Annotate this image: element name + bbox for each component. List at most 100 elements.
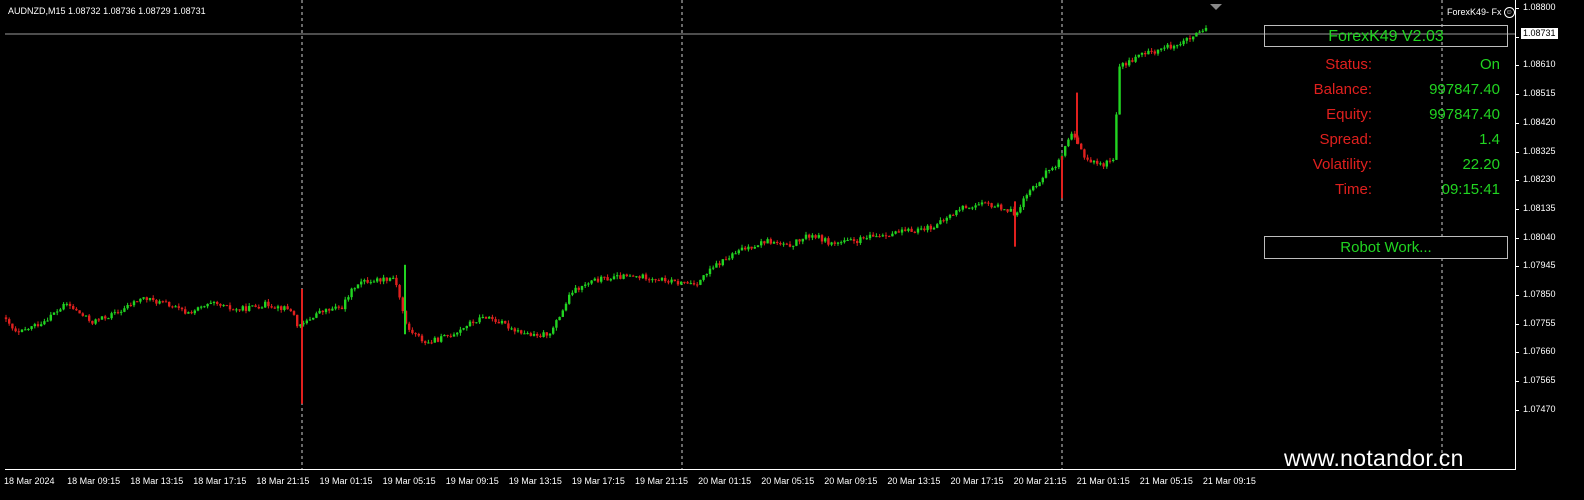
bull-candle	[1140, 52, 1144, 55]
price-tick-mark	[1515, 151, 1519, 153]
info-value: 09:15:41	[1441, 181, 1500, 198]
bull-candle	[737, 250, 740, 254]
bear-candle	[1102, 163, 1105, 167]
bear-candle	[696, 284, 699, 286]
time-tick-label: 20 Mar 13:15	[887, 476, 941, 486]
bull-candle	[465, 326, 468, 329]
bull-candle	[948, 214, 952, 218]
price-tick-label: 1.07565	[1523, 375, 1556, 386]
time-axis[interactable]: 18 Mar 2024 18 Mar 09:15 18 Mar 13:15 18 Ma…	[0, 470, 1515, 500]
info-value: 997847.40	[1429, 81, 1500, 98]
robot-work-button[interactable]: Robot Work...	[1264, 236, 1508, 259]
time-tick-label: 20 Mar 17:15	[950, 476, 1004, 486]
bear-candle	[692, 283, 696, 285]
bull-candle	[1048, 170, 1051, 172]
bull-candle	[46, 320, 49, 322]
bear-candle	[888, 236, 891, 238]
time-tick-label: 19 Mar 05:15	[382, 476, 436, 486]
info-value: 22.20	[1462, 156, 1500, 173]
bull-candle	[510, 328, 513, 330]
bull-candle	[782, 243, 785, 245]
bull-candle	[1009, 208, 1012, 212]
price-tick-label: 1.08325	[1523, 145, 1556, 156]
info-row: Spread: 1.4	[1264, 131, 1508, 151]
price-axis[interactable]: 1.088001.087051.086101.085151.084201.083…	[1515, 0, 1584, 468]
bull-candle	[801, 238, 804, 242]
bear-candle	[872, 234, 875, 237]
info-value: 997847.40	[1429, 106, 1500, 123]
bear-candle	[228, 305, 232, 310]
bull-candle	[392, 277, 395, 279]
bear-candle	[78, 310, 81, 314]
bull-candle	[939, 220, 942, 225]
bull-candle	[689, 283, 692, 285]
bear-candle	[4, 317, 8, 320]
bull-candle	[1185, 38, 1188, 41]
bull-candle	[443, 334, 446, 337]
bull-candle	[523, 333, 526, 335]
bear-candle	[11, 323, 14, 329]
bear-candle	[497, 321, 500, 324]
bull-candle	[475, 322, 478, 324]
time-tick-label: 19 Mar 17:15	[571, 476, 625, 486]
info-row: Time: 09:15:41	[1264, 181, 1508, 201]
bear-candle	[75, 308, 78, 311]
bull-candle	[974, 205, 977, 208]
bear-candle	[1150, 50, 1153, 52]
candles	[4, 25, 1208, 404]
bull-candle	[641, 274, 644, 279]
bull-candle	[1118, 66, 1121, 115]
price-tick-mark	[1515, 180, 1519, 182]
bull-candle	[843, 240, 846, 243]
bull-candle	[859, 237, 862, 243]
bull-candle	[350, 288, 353, 298]
bear-candle	[718, 263, 721, 266]
bear-candle	[136, 301, 139, 303]
bear-candle	[91, 320, 94, 324]
bear-candle	[984, 202, 987, 204]
bear-candle	[644, 274, 648, 280]
info-key: Spread:	[1319, 131, 1372, 148]
bull-candle	[1044, 170, 1048, 178]
bull-candle	[30, 326, 33, 329]
bear-candle	[267, 301, 270, 307]
bull-candle	[500, 320, 504, 324]
bull-candle	[712, 267, 715, 269]
bear-candle	[673, 279, 676, 282]
bull-candle	[1070, 133, 1073, 140]
bull-candle	[334, 306, 337, 309]
price-tick-label: 1.08610	[1523, 59, 1556, 70]
bull-candle	[139, 298, 142, 302]
bull-candle	[113, 312, 116, 314]
expert-advisor-badge[interactable]: ForexK49- Fx ☺	[1447, 7, 1515, 19]
bear-candle	[539, 335, 542, 338]
time-tick-label: 21 Mar 05:15	[1139, 476, 1193, 486]
smiley-icon: ☺	[1503, 7, 1515, 19]
bull-candle	[478, 317, 481, 323]
bear-candle	[776, 241, 779, 243]
bear-candle	[1169, 44, 1172, 49]
time-tick-label: 20 Mar 09:15	[824, 476, 878, 486]
bull-candle	[132, 301, 136, 306]
ohlc-values: 1.08732 1.08736 1.08729 1.08731	[68, 6, 206, 16]
time-tick-label: 21 Mar 01:15	[1076, 476, 1130, 486]
price-tick-label: 1.07850	[1523, 289, 1556, 299]
bear-candle	[216, 302, 219, 304]
bull-candle	[920, 228, 923, 230]
bull-candle	[369, 282, 372, 284]
bear-candle	[1080, 143, 1083, 150]
bear-candle	[913, 231, 916, 233]
bull-candle	[222, 305, 225, 307]
bull-candle	[680, 281, 683, 285]
bull-candle	[1054, 167, 1057, 169]
bull-candle	[900, 229, 904, 233]
bull-candle	[868, 234, 872, 239]
bear-candle	[504, 320, 507, 324]
bull-candle	[916, 228, 920, 233]
bull-candle	[52, 312, 56, 315]
info-row: Balance: 997847.40	[1264, 81, 1508, 101]
bull-candle	[120, 311, 123, 313]
price-tick-label: 1.08230	[1523, 174, 1556, 185]
bull-candle	[532, 333, 536, 336]
bull-candle	[996, 204, 1000, 207]
